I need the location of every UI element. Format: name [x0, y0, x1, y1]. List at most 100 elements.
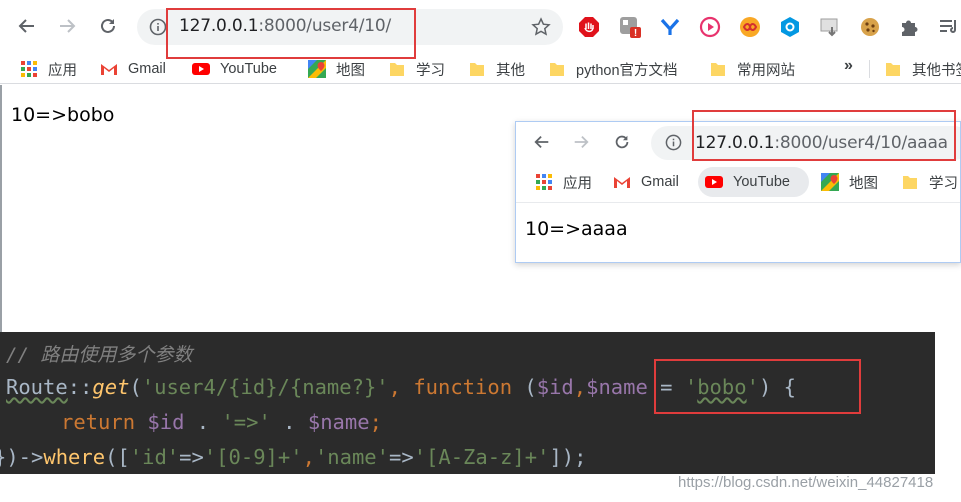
second-bookmark-youtube[interactable]: YouTube — [705, 171, 790, 193]
back-arrow-icon — [534, 135, 549, 149]
second-bookmark-gmail[interactable]: Gmail — [613, 171, 679, 193]
bookmark-label: 学习 — [929, 175, 958, 192]
return-keyword: return — [61, 410, 136, 434]
apps-grid-icon — [20, 60, 38, 78]
bookmark-label: 地图 — [849, 175, 878, 192]
reload-icon — [615, 135, 629, 149]
hexagon-icon[interactable] — [779, 16, 801, 38]
back-arrow-icon — [18, 19, 34, 33]
bookmarks-separator — [869, 60, 870, 78]
reading-list-icon[interactable] — [938, 16, 960, 38]
arrow-string: '=>' — [221, 410, 271, 434]
download-icon[interactable] — [819, 16, 841, 38]
second-forward-button[interactable] — [570, 131, 592, 153]
bookmark-label: YouTube — [220, 61, 277, 77]
bookmark-label: 应用 — [48, 62, 77, 79]
code-token: , — [573, 375, 587, 399]
code-token: })-> — [0, 445, 44, 469]
reload-icon — [101, 18, 115, 33]
bookmark-label: 地图 — [336, 62, 365, 79]
forward-button[interactable] — [53, 12, 81, 40]
bookmarks-overflow-button[interactable]: » — [844, 57, 853, 75]
infinity-icon[interactable] — [739, 16, 761, 38]
route-class: Route — [6, 375, 68, 399]
code-token: ([ — [105, 445, 130, 469]
folder-icon — [468, 60, 486, 78]
code-token: ( — [129, 375, 142, 399]
bookmark-folder-python-docs[interactable]: python官方文档 — [548, 58, 678, 80]
site-info-icon[interactable] — [665, 134, 682, 151]
second-bookmark-folder-study[interactable]: 学习 — [901, 171, 958, 193]
bookmark-star-icon[interactable] — [531, 17, 551, 37]
route-pattern-string: 'user4/{id}/{name?}' — [141, 375, 389, 399]
back-button[interactable] — [13, 12, 41, 40]
second-back-button[interactable] — [531, 131, 553, 153]
second-reload-button[interactable] — [611, 131, 633, 153]
bookmark-label: 常用网站 — [737, 62, 795, 79]
adblock-icon[interactable] — [578, 16, 600, 38]
window-edge — [0, 85, 2, 335]
bookmark-label: python官方文档 — [576, 62, 678, 79]
extension-badge-icon[interactable]: ! — [619, 16, 641, 38]
bookmark-label: Gmail — [128, 61, 166, 77]
bookmark-folder-other[interactable]: 其他 — [468, 58, 525, 80]
yoyo-icon[interactable] — [659, 16, 681, 38]
record-icon[interactable] — [699, 16, 721, 38]
code-editor-edge — [935, 332, 961, 474]
page-output-text: 10=>bobo — [11, 104, 115, 126]
bookmarks-bar: 应用 Gmail YouTube 地图 学习 其他 python官方文档 常用网… — [0, 54, 961, 84]
code-token: ]); — [549, 445, 587, 469]
folder-icon — [884, 60, 902, 78]
code-line-return: return $id . '=>' . $name; — [61, 410, 382, 434]
browser-toolbar: 127.0.0.1:8000/user4/10/ ! — [0, 0, 961, 54]
code-token: ; — [369, 410, 382, 434]
cookie-icon[interactable] — [859, 16, 881, 38]
puzzle-icon[interactable] — [898, 16, 920, 38]
code-token: , — [388, 375, 414, 399]
var-id: $id — [147, 410, 185, 434]
maps-icon — [821, 173, 839, 191]
code-token: . — [184, 410, 222, 434]
bookmark-folder-common-sites[interactable]: 常用网站 — [709, 58, 795, 80]
second-page-output-text: 10=>aaaa — [525, 218, 628, 240]
reload-button[interactable] — [94, 12, 122, 40]
bookmark-label: 学习 — [416, 62, 445, 79]
code-token: :: — [67, 375, 93, 399]
forward-arrow-icon — [60, 19, 76, 33]
bookmark-label: 应用 — [563, 175, 592, 192]
code-token: ( — [512, 375, 537, 399]
apps-grid-icon — [535, 173, 553, 191]
bookmark-apps[interactable]: 应用 — [20, 58, 77, 80]
bookmark-label: 其他 — [496, 62, 525, 79]
code-line-where: })->where(['id'=>'[0-9]+','name'=>'[A-Za… — [0, 445, 586, 469]
bookmark-label: YouTube — [733, 174, 790, 190]
code-token: 'name' — [314, 445, 389, 469]
bookmark-label: 其他书签 — [912, 62, 961, 79]
second-bookmark-apps[interactable]: 应用 — [535, 171, 592, 193]
second-url-highlight-box — [692, 110, 956, 161]
function-keyword: function — [413, 375, 513, 399]
bookmark-gmail[interactable]: Gmail — [100, 58, 166, 80]
code-token: . — [270, 410, 308, 434]
gmail-icon — [613, 173, 631, 191]
default-param-highlight-box — [654, 359, 861, 414]
watermark-text: https://blog.csdn.net/weixin_44827418 — [678, 474, 934, 491]
where-method: where — [43, 445, 106, 469]
param-name: $name — [586, 375, 648, 399]
youtube-icon — [705, 173, 723, 191]
bookmark-maps[interactable]: 地图 — [308, 58, 365, 80]
bookmark-folder-study[interactable]: 学习 — [388, 58, 445, 80]
code-token: , — [302, 445, 315, 469]
bookmark-folder-other-bookmarks[interactable]: 其他书签 — [884, 58, 961, 80]
param-id: $id — [536, 375, 574, 399]
gmail-icon — [100, 60, 118, 78]
site-info-icon[interactable] — [149, 18, 167, 36]
maps-icon — [308, 60, 326, 78]
var-name: $name — [307, 410, 370, 434]
folder-icon — [901, 173, 919, 191]
bookmark-label: Gmail — [641, 174, 679, 190]
code-token: => — [179, 445, 204, 469]
code-token: '[A-Za-z]+' — [413, 445, 550, 469]
bookmark-youtube[interactable]: YouTube — [192, 58, 277, 80]
second-bookmark-maps[interactable]: 地图 — [821, 171, 878, 193]
